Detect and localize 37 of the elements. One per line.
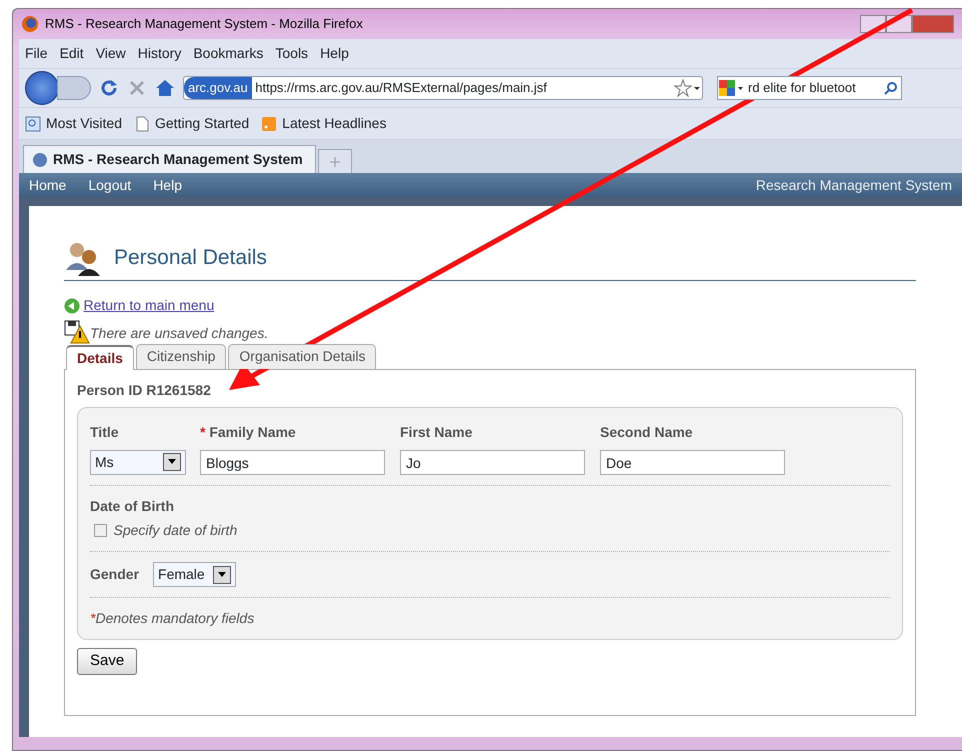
field-label: * Family Name	[200, 422, 297, 442]
menu-item[interactable]: Bookmarks	[193, 43, 264, 64]
menu-item[interactable]: File	[25, 43, 48, 64]
field-label: Second Name	[600, 422, 694, 442]
bookmark-link[interactable]: Most Visited	[25, 113, 122, 134]
return-link[interactable]: Return to main menu	[84, 295, 214, 316]
menu-item[interactable]: Tools	[275, 43, 308, 64]
tab[interactable]: Organisation Details	[228, 344, 376, 368]
field-label: Date of Birth	[90, 496, 175, 516]
warning-text: There are unsaved changes.	[90, 324, 268, 343]
bookmark-link[interactable]: Getting Started	[134, 113, 250, 134]
window-title: RMS - Research Management System - Mozilla Firefox	[45, 15, 363, 34]
browser-tab[interactable]: RMS - Research Management System	[23, 145, 316, 173]
tab[interactable]: Citizenship	[136, 344, 226, 368]
field-label: First Name	[400, 422, 474, 442]
menu-item[interactable]: Help	[320, 43, 349, 64]
menu-item[interactable]: Edit	[60, 43, 84, 64]
gender-select[interactable]: Female	[153, 562, 236, 587]
page-heading: Personal Details	[114, 245, 267, 271]
site-brand: Research Management System	[756, 176, 952, 195]
mandatory-note: *Denotes mandatory fields	[90, 609, 256, 628]
tab[interactable]: Details	[66, 344, 134, 370]
text-field[interactable]: Bloggs	[200, 450, 385, 474]
nav-link[interactable]: Help	[153, 174, 182, 196]
nav-link[interactable]: Logout	[88, 174, 132, 196]
title-select[interactable]: Ms	[90, 450, 186, 474]
checkbox-label: Specify date of birth	[114, 521, 238, 540]
bookmark-link[interactable]: Latest Headlines	[261, 113, 386, 134]
menu-item[interactable]: History	[138, 43, 182, 64]
person-id: Person ID R1261582	[77, 380, 212, 400]
text-field[interactable]: Doe	[600, 450, 785, 474]
menu-item[interactable]: View	[96, 43, 126, 64]
save-button[interactable]: Save	[77, 648, 138, 674]
nav-link[interactable]: Home	[29, 174, 66, 196]
text-field[interactable]: Jo	[400, 450, 585, 474]
field-label: Title	[90, 422, 120, 442]
field-label: Gender	[90, 565, 140, 584]
